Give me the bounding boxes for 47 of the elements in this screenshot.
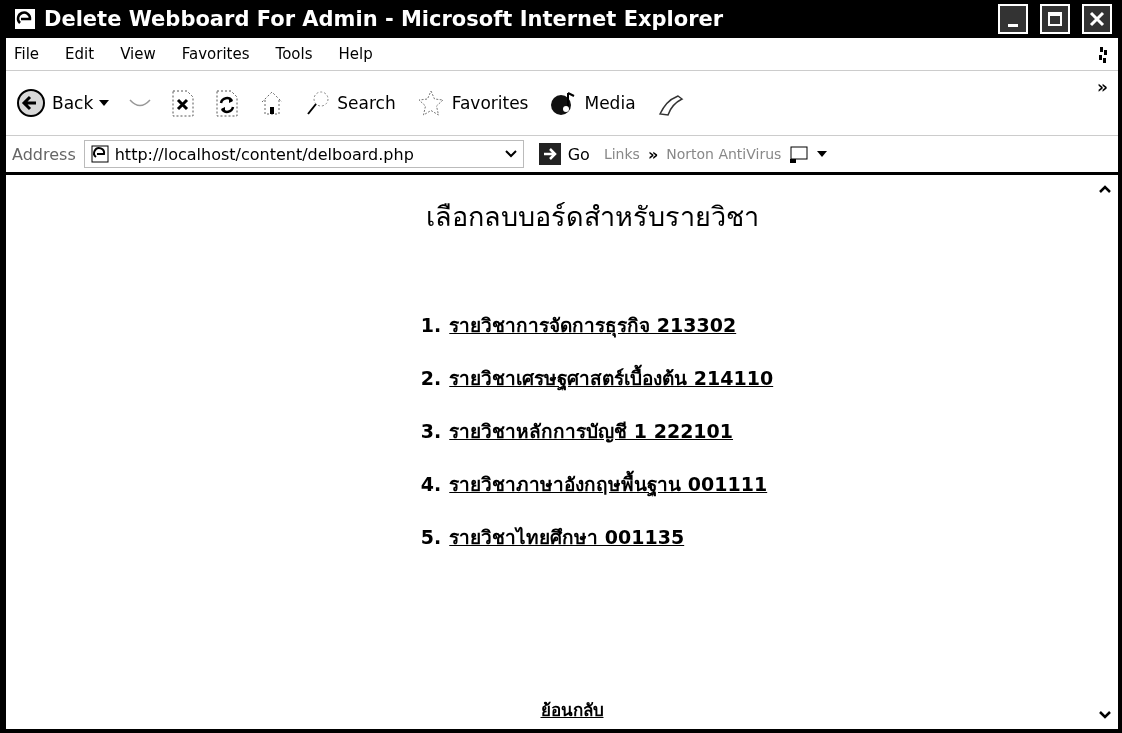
list-number: 1. xyxy=(420,313,442,336)
monitor-icon[interactable] xyxy=(789,144,810,164)
links-chevron[interactable]: » xyxy=(647,144,659,164)
page-heading: เลือกลบบอร์ดสำหรับรายวิชา xyxy=(425,200,759,234)
toolbar-button-label[interactable]: Norton AntiVirus xyxy=(666,146,782,162)
page-icon xyxy=(90,145,109,163)
list-number: 3. xyxy=(420,419,442,442)
menu-item[interactable]: Tools xyxy=(275,45,313,63)
dropdown-caret-icon[interactable] xyxy=(817,151,828,157)
address-field[interactable]: http://localhost/content/delboard.php xyxy=(83,140,524,168)
close-button[interactable] xyxy=(1082,4,1112,34)
media-button[interactable]: Media xyxy=(544,86,640,120)
back-button[interactable]: Back xyxy=(12,86,114,120)
back-link[interactable]: ย้อนกลับ xyxy=(540,696,604,723)
list-number: 4. xyxy=(420,472,442,495)
list-number: 2. xyxy=(420,366,442,389)
menu-item[interactable]: Favorites xyxy=(181,45,250,63)
course-link[interactable]: รายวิชาหลักการบัญชี 1 222101 xyxy=(449,415,734,446)
toolbar-chevron[interactable]: » xyxy=(1097,77,1108,97)
menu-item[interactable]: Edit xyxy=(65,45,95,63)
maximize-button[interactable] xyxy=(1040,4,1070,34)
favorites-button[interactable]: Favorites xyxy=(411,86,533,120)
app-logo-icon xyxy=(14,8,36,30)
links-label[interactable]: Links xyxy=(603,146,640,162)
dropdown-caret-icon[interactable] xyxy=(504,150,517,158)
minimize-icon xyxy=(1008,23,1018,27)
caret-icon xyxy=(99,100,110,106)
refresh-icon xyxy=(215,88,240,118)
maximize-icon xyxy=(1047,11,1063,27)
menu-item[interactable]: File xyxy=(14,45,40,63)
menu-item[interactable]: Help xyxy=(338,45,373,63)
menu-item[interactable]: View xyxy=(120,45,156,63)
scroll-down-icon[interactable] xyxy=(1098,709,1112,721)
course-link[interactable]: รายวิชาภาษาอังกฤษพื้นฐาน 001111 xyxy=(449,468,768,499)
course-link[interactable]: รายวิชาการจัดการธุรกิจ 213302 xyxy=(449,309,737,340)
address-label: Address xyxy=(12,144,76,164)
list-number: 5. xyxy=(420,525,442,548)
windows-flag-icon xyxy=(1098,44,1108,64)
close-icon xyxy=(1088,10,1106,28)
scroll-up-icon[interactable] xyxy=(1098,183,1112,195)
window-title: Delete Webboard For Admin - Microsoft Internet Explorer xyxy=(44,7,725,31)
go-button[interactable]: Go xyxy=(531,142,596,166)
search-button[interactable]: Search xyxy=(301,86,400,120)
minimize-button[interactable] xyxy=(998,4,1028,34)
course-link[interactable]: รายวิชาไทยศึกษา 001135 xyxy=(449,521,685,552)
course-link[interactable]: รายวิชาเศรษฐศาสตร์เบื้องต้น 214110 xyxy=(449,362,774,393)
page-x-icon xyxy=(171,88,196,118)
